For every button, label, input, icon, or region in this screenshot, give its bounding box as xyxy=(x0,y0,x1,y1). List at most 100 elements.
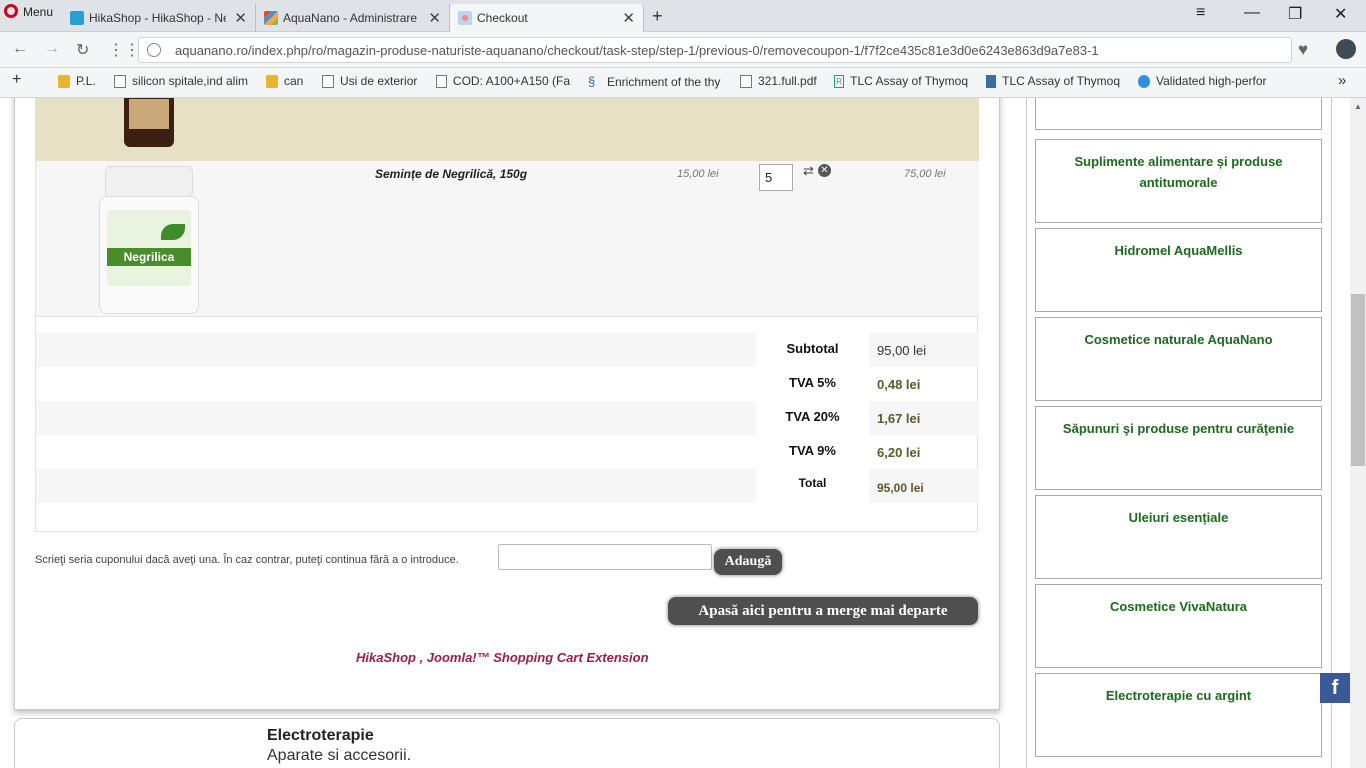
tab-close-icon[interactable]: ✕ xyxy=(622,9,635,27)
bookmarks-bar: + P.L. silicon spitale,ind alim can Usi … xyxy=(0,68,1366,98)
tab-close-icon[interactable]: ✕ xyxy=(234,9,247,27)
bookmark-label: Enrichment of the thy xyxy=(607,74,721,89)
bookmark-item[interactable]: 321.full.pdf xyxy=(740,74,817,88)
url-input[interactable]: aquanano.ro/index.php/ro/magazin-produse… xyxy=(138,37,1292,63)
page-icon xyxy=(322,74,334,88)
bookmark-item[interactable]: R TLC Assay of Thymoq xyxy=(834,74,968,88)
tax-row: TVA 5% 0,48 lei xyxy=(36,367,979,401)
tab-checkout[interactable]: Checkout ✕ xyxy=(450,4,644,32)
bookmark-label: TLC Assay of Thymoq xyxy=(1002,74,1120,88)
tab-menu-icon[interactable]: ≡ xyxy=(1196,4,1205,22)
subtotal-label: Subtotal xyxy=(786,341,839,356)
category-essential-oils[interactable]: Uleiuri esențiale xyxy=(1035,495,1322,579)
total-row: Total 95,00 lei xyxy=(36,469,979,503)
product-total: 75,00 lei xyxy=(904,168,946,180)
page-content: Negrilica Semințe de Negrilică, 150g 15,… xyxy=(0,98,1350,768)
site-info-icon[interactable] xyxy=(147,43,161,57)
tax-row: TVA 20% 1,67 lei xyxy=(36,401,979,435)
product-image[interactable]: Negrilica xyxy=(99,166,199,314)
page-icon xyxy=(740,74,752,88)
url-text: aquanano.ro/index.php/ro/magazin-produse… xyxy=(175,42,1099,58)
scrollbar-thumb[interactable] xyxy=(1351,294,1365,466)
bookmark-label: 321.full.pdf xyxy=(758,74,817,88)
bookmark-label: Validated high-perfor xyxy=(1156,74,1267,88)
electroterapie-module: Electroterapie Aparate si accesorii. xyxy=(14,718,1000,768)
product-bottle-label xyxy=(129,99,169,129)
page-icon xyxy=(114,74,126,88)
bookmark-label: silicon spitale,ind alim xyxy=(131,74,248,88)
bookmark-item[interactable]: can xyxy=(266,74,303,88)
back-icon[interactable]: ← xyxy=(12,40,28,58)
page-icon xyxy=(436,74,447,88)
bookmark-item[interactable]: P.L. xyxy=(58,74,96,88)
scroll-up-icon[interactable]: ▲ xyxy=(1354,102,1362,111)
speed-dial-icon[interactable]: ⋮⋮ xyxy=(108,40,140,60)
tax-value: 0,48 lei xyxy=(877,377,921,392)
category-electroterapie[interactable]: Electroterapie cu argint xyxy=(1035,673,1322,757)
maximize-icon[interactable]: ❐ xyxy=(1288,4,1302,24)
bookmarks-more-icon[interactable]: » xyxy=(1338,72,1346,89)
folder-icon xyxy=(266,74,278,88)
continue-button[interactable]: Apasă aici pentru a merge mai departe xyxy=(668,597,978,625)
bookmark-item[interactable]: Validated high-perfor xyxy=(1138,74,1272,88)
bookmark-item[interactable]: silicon spitale,ind alim xyxy=(114,74,248,88)
tax-label: TVA 20% xyxy=(785,409,840,424)
category-cosmetics-aquanano[interactable]: Cosmetice naturale AquaNano xyxy=(1035,317,1322,401)
hikashop-favicon-icon xyxy=(70,11,84,25)
tab-title: HikaShop - HikaShop - Ne xyxy=(89,11,227,25)
category-supplements[interactable]: Suplimente alimentare și produse antitum… xyxy=(1035,139,1322,223)
globe-blue-icon xyxy=(1138,74,1150,88)
joomla-favicon-icon xyxy=(264,11,278,25)
cart-row-previous xyxy=(36,98,979,161)
address-bar-row: ← → ↻ ⋮⋮ aquanano.ro/index.php/ro/magazi… xyxy=(0,32,1366,68)
researchgate-icon: R xyxy=(834,74,845,88)
tab-title: Checkout xyxy=(477,11,528,25)
subtotal-value: 95,00 lei xyxy=(877,343,927,358)
tax-label: TVA 5% xyxy=(789,375,836,390)
tab-close-icon[interactable]: ✕ xyxy=(428,9,441,27)
add-bookmark-icon[interactable]: + xyxy=(12,71,21,89)
bookmark-label: COD: A100+A150 (Fa xyxy=(452,74,570,88)
reload-icon[interactable]: ↻ xyxy=(76,40,89,60)
module-subtitle: Aparate si accesorii. xyxy=(267,747,412,764)
quantity-input[interactable] xyxy=(759,164,793,191)
tax-value: 1,67 lei xyxy=(877,411,921,426)
tab-hikashop[interactable]: HikaShop - HikaShop - Ne ✕ xyxy=(62,4,256,32)
add-coupon-button[interactable]: Adaugă xyxy=(714,549,782,575)
category-vivanatura[interactable]: Cosmetice VivaNatura xyxy=(1035,584,1322,668)
product-name[interactable]: Semințe de Negrilică, 150g xyxy=(375,167,527,181)
jar-lid xyxy=(105,166,193,198)
forward-icon[interactable]: → xyxy=(44,40,60,58)
dna-icon: § xyxy=(588,74,596,89)
opera-logo-icon xyxy=(4,4,18,18)
bookmark-item[interactable]: TLC Assay of Thymoq xyxy=(986,74,1120,88)
browser-menu-label: Menu xyxy=(23,5,54,19)
coupon-input[interactable] xyxy=(498,544,712,570)
remove-item-icon[interactable]: ✕ xyxy=(818,164,831,177)
product-unit-price: 15,00 lei xyxy=(677,168,719,180)
close-window-icon[interactable]: ✕ xyxy=(1334,4,1347,24)
subtotal-row: Subtotal 95,00 lei xyxy=(36,333,979,367)
facebook-icon[interactable]: f xyxy=(1320,673,1350,703)
extension-icon[interactable] xyxy=(1336,39,1356,59)
page-scrollbar[interactable]: ▲ xyxy=(1350,98,1366,768)
category-hidromel[interactable]: Hidromel AquaMellis xyxy=(1035,228,1322,312)
bookmark-item[interactable]: COD: A100+A150 (Fa xyxy=(436,74,570,88)
bookmark-item[interactable]: § Enrichment of the thy xyxy=(588,74,722,89)
category-soaps[interactable]: Săpunuri şi produse pentru curăţenie xyxy=(1035,406,1322,490)
bookmark-item[interactable]: Usi de exterior xyxy=(322,74,417,88)
bookmark-label: can xyxy=(284,74,304,88)
category-box-previous[interactable] xyxy=(1035,98,1322,130)
bookmark-heart-icon[interactable]: ♥ xyxy=(1298,40,1308,60)
new-tab-icon[interactable]: + xyxy=(652,6,663,27)
refresh-quantity-icon[interactable]: ⇄ xyxy=(803,163,814,179)
category-sidebar: Suplimente alimentare și produse antitum… xyxy=(1026,98,1332,768)
minimize-icon[interactable]: — xyxy=(1244,4,1260,22)
tax-label: TVA 9% xyxy=(789,443,836,458)
module-title[interactable]: Electroterapie xyxy=(267,727,374,745)
tab-aquanano-admin[interactable]: AquaNano - Administrare ✕ xyxy=(256,4,450,32)
cart-row: Negrilica Semințe de Negrilică, 150g 15,… xyxy=(36,161,979,317)
browser-menu-button[interactable]: Menu xyxy=(0,0,60,32)
total-label: Total xyxy=(798,476,827,490)
hikashop-footer-link[interactable]: HikaShop , Joomla!™ Shopping Cart Extens… xyxy=(356,650,649,665)
